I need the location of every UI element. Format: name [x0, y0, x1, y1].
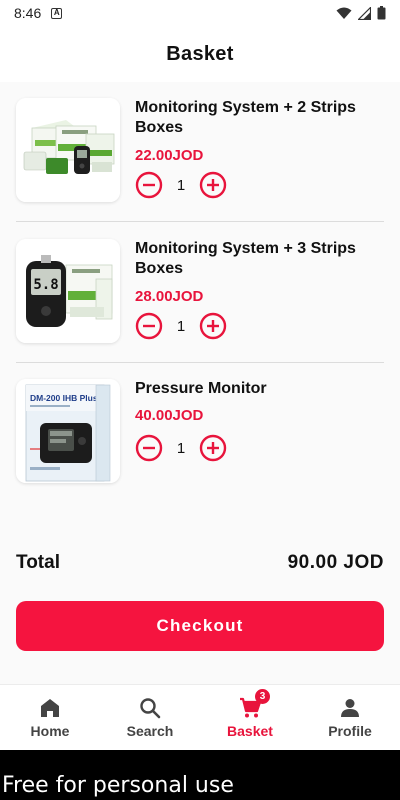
quantity-stepper: 1 [135, 434, 227, 462]
minus-circle-icon [135, 312, 163, 340]
nav-label: Profile [328, 723, 372, 739]
quantity-value: 1 [176, 176, 186, 194]
status-time: 8:46 [14, 5, 42, 21]
item-divider [16, 221, 384, 222]
cart-icon-wrapper: 3 [238, 689, 270, 720]
plus-circle-icon [199, 312, 227, 340]
nav-item-home[interactable]: Home [0, 685, 100, 750]
total-value: 90.00 JOD [287, 552, 384, 573]
nav-item-profile[interactable]: Profile [300, 685, 400, 750]
increase-quantity-button[interactable] [199, 171, 227, 199]
product-thumbnail [16, 98, 120, 202]
meter-reading: 5.8 [33, 277, 58, 293]
product-thumbnail: DM-200 IHB Plus [16, 379, 120, 483]
nav-item-search[interactable]: Search [100, 685, 200, 750]
status-bar: 8:46 A [0, 0, 400, 26]
plus-circle-icon [199, 171, 227, 199]
glucose-kit-3-strips-image[interactable]: 5.8 [16, 239, 120, 343]
signal-icon [358, 6, 371, 20]
minus-circle-icon [135, 171, 163, 199]
item-divider [16, 362, 384, 363]
quantity-value: 1 [176, 317, 186, 335]
watermark-text: Free for personal use [2, 773, 234, 798]
search-icon [140, 698, 161, 719]
pressure-monitor-image[interactable]: DM-200 IHB Plus [16, 379, 120, 483]
app-header: Basket [0, 26, 400, 82]
glucose-kit-2-strips-image[interactable] [16, 98, 120, 202]
item-name: Monitoring System + 2 Strips Boxes [135, 99, 356, 136]
item-name: Monitoring System + 3 Strips Boxes [135, 240, 356, 277]
nav-label: Home [30, 723, 70, 739]
checkout-button[interactable]: Checkout [16, 601, 384, 651]
nav-label: Basket [227, 723, 273, 739]
quantity-stepper: 1 [135, 312, 227, 340]
battery-icon [377, 6, 386, 20]
nav-item-basket[interactable]: 3 Basket [200, 685, 300, 750]
box-label: DM-200 IHB Plus [30, 393, 98, 403]
bottom-nav: Home Search 3 Basket Profile [0, 684, 400, 750]
wifi-icon [336, 7, 352, 19]
total-label: Total [16, 552, 60, 573]
quantity-value: 1 [176, 439, 186, 457]
quantity-stepper: 1 [135, 171, 227, 199]
item-price: 40.00JOD [135, 407, 204, 424]
cart-count-badge: 3 [255, 689, 270, 704]
nav-label: Search [126, 723, 174, 739]
decrease-quantity-button[interactable] [135, 171, 163, 199]
decrease-quantity-button[interactable] [135, 312, 163, 340]
item-name: Pressure Monitor [135, 380, 267, 397]
increase-quantity-button[interactable] [199, 434, 227, 462]
plus-circle-icon [199, 434, 227, 462]
watermark-bar: Free for personal use [0, 750, 400, 800]
page-title: Basket [166, 42, 234, 65]
home-icon [41, 699, 59, 717]
total-row: Total 90.00 JOD [16, 552, 384, 574]
increase-quantity-button[interactable] [199, 312, 227, 340]
item-price: 28.00JOD [135, 288, 204, 305]
decrease-quantity-button[interactable] [135, 434, 163, 462]
notification-icon: A [51, 7, 63, 19]
basket-content: Monitoring System + 2 Strips Boxes 22.00… [0, 82, 400, 684]
item-price: 22.00JOD [135, 147, 204, 164]
product-thumbnail: 5.8 [16, 239, 120, 343]
person-icon [341, 699, 359, 717]
minus-circle-icon [135, 434, 163, 462]
